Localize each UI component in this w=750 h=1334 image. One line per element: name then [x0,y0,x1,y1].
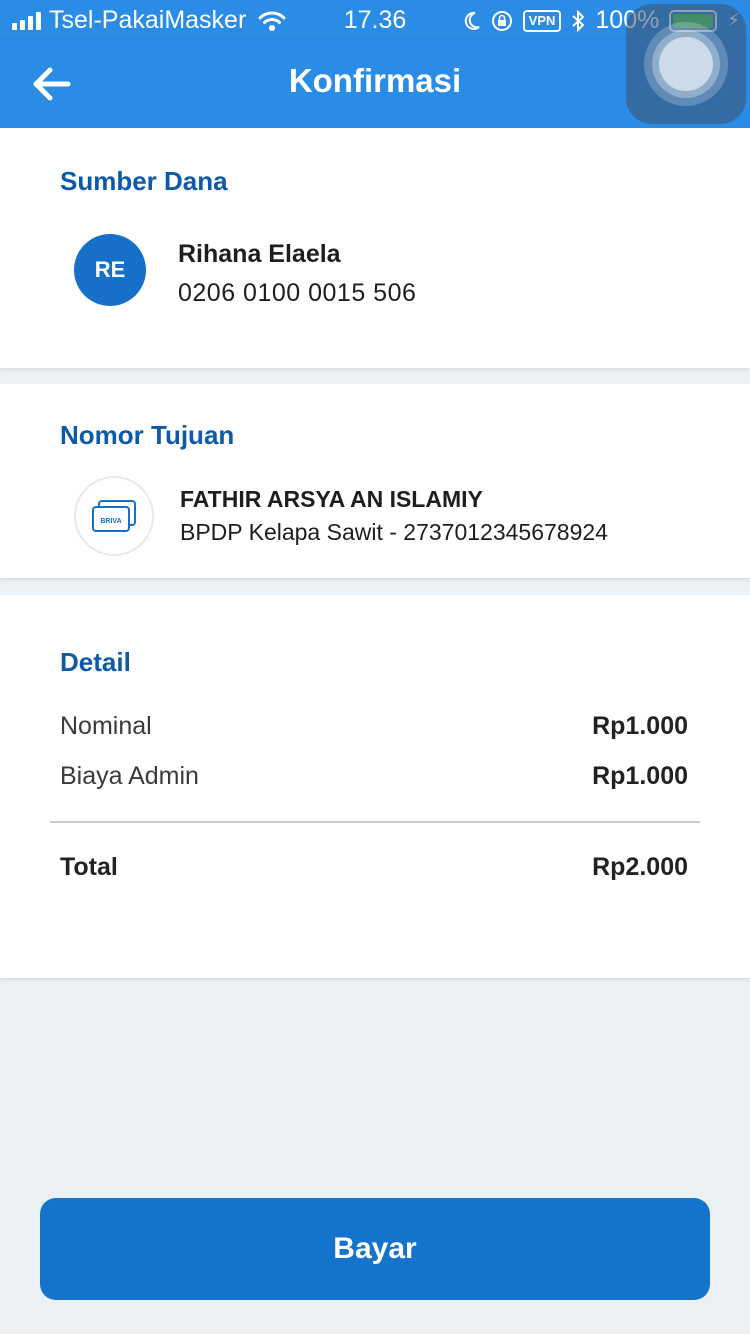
avatar: RE [74,234,146,306]
pay-button[interactable]: Bayar [40,1198,710,1300]
detail-row-value: Rp1.000 [592,762,688,790]
destination-title: Nomor Tujuan [60,420,235,450]
detail-row: Biaya Admin Rp1.000 [60,762,688,791]
account-number: 0206 0100 0015 506 [178,279,417,307]
detail-row-label: Biaya Admin [60,762,199,790]
total-row: Total Rp2.000 [60,853,688,882]
rotation-lock-icon [491,10,512,31]
detail-card: Detail Nominal Rp1.000 Biaya Admin Rp1.0… [0,595,750,978]
detail-row-label: Nominal [60,712,152,740]
account-name: Rihana Elaela [178,240,341,268]
source-fund-card: Sumber Dana RE Rihana Elaela 0206 0100 0… [0,128,750,368]
detail-title: Detail [60,647,131,677]
divider [50,821,700,823]
briva-icon: BRIVA [74,476,154,556]
briva-label: BRIVA [100,518,121,525]
destination-name: FATHIR ARSYA AN ISLAMIY [180,486,483,512]
destination-info: BPDP Kelapa Sawit - 2737012345678924 [180,519,608,545]
source-fund-title: Sumber Dana [60,166,228,196]
vpn-badge: VPN [522,9,562,32]
destination-card: Nomor Tujuan BRIVA FATHIR ARSYA AN ISLAM… [0,384,750,578]
moon-icon [464,11,480,30]
total-label: Total [60,853,118,881]
bluetooth-icon [572,9,585,32]
detail-row-value: Rp1.000 [592,712,688,740]
total-value: Rp2.000 [592,853,688,881]
detail-row: Nominal Rp1.000 [60,712,688,741]
assistive-touch-button[interactable] [626,4,746,124]
